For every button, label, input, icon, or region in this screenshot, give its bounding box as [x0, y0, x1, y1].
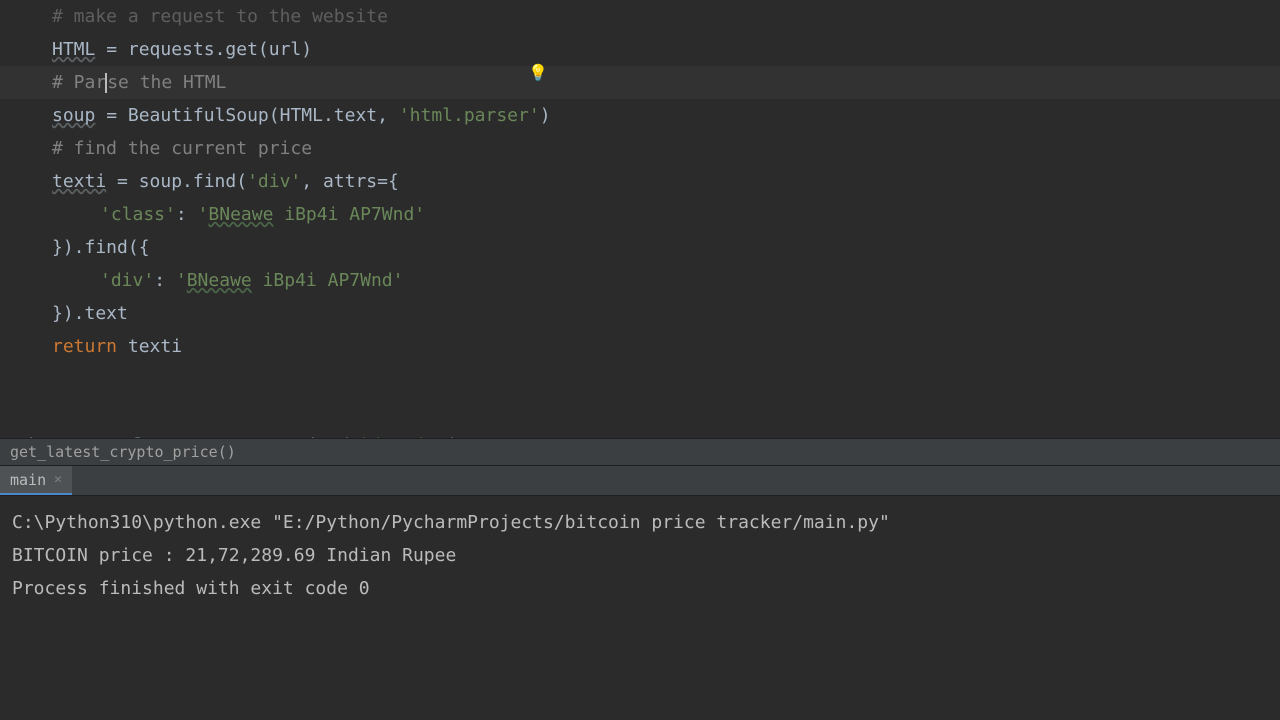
breadcrumb-function[interactable]: get_latest_crypto_price() — [10, 443, 236, 461]
console-line: BITCOIN price : 21,72,289.69 Indian Rupe… — [12, 539, 1268, 572]
code-line: # find the current price — [0, 132, 1280, 165]
console-line: C:\Python310\python.exe "E:/Python/Pycha… — [12, 506, 1268, 539]
code-line: price = get_latest_crypto_price('bitcoin… — [0, 429, 1280, 438]
code-line-active: # Parse the HTML — [0, 66, 1280, 99]
close-icon[interactable]: ✕ — [54, 472, 62, 487]
code-line: return texti — [0, 330, 1280, 363]
code-line: }).text — [0, 297, 1280, 330]
code-line: soup = BeautifulSoup(HTML.text, 'html.pa… — [0, 99, 1280, 132]
tab-label: main — [10, 471, 46, 489]
code-line: }).find({ — [0, 231, 1280, 264]
breadcrumb[interactable]: get_latest_crypto_price() — [0, 438, 1280, 466]
code-line: texti = soup.find('div', attrs={ — [0, 165, 1280, 198]
code-line-blank — [0, 396, 1280, 429]
run-console[interactable]: C:\Python310\python.exe "E:/Python/Pycha… — [0, 496, 1280, 706]
run-tab-main[interactable]: main ✕ — [0, 466, 72, 495]
code-line: 'class': 'BNeawe iBp4i AP7Wnd' — [0, 198, 1280, 231]
console-line: Process finished with exit code 0 — [12, 572, 1268, 605]
code-line: 'div': 'BNeawe iBp4i AP7Wnd' — [0, 264, 1280, 297]
run-tab-bar: main ✕ — [0, 466, 1280, 496]
code-line-blank — [0, 363, 1280, 396]
code-editor[interactable]: 💡 # make a request to the website HTML =… — [0, 0, 1280, 438]
code-line: # make a request to the website — [0, 0, 1280, 33]
code-line: HTML = requests.get(url) — [0, 33, 1280, 66]
intention-bulb-icon[interactable]: 💡 — [528, 56, 548, 89]
